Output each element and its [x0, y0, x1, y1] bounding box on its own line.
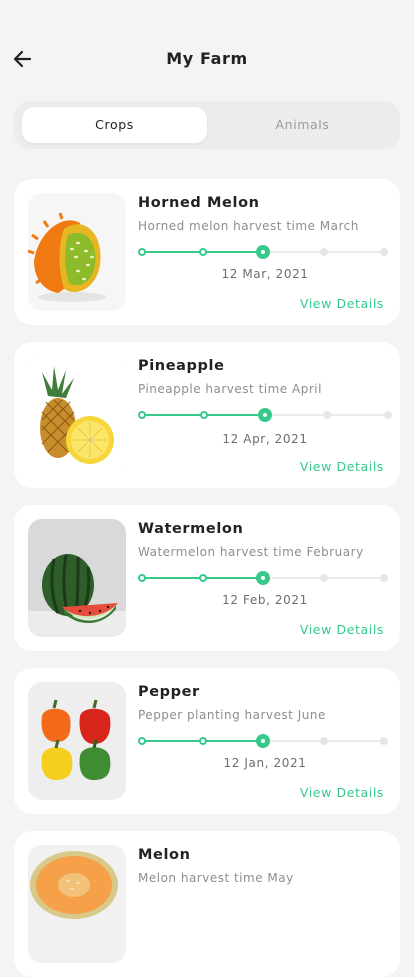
crop-card[interactable]: Watermelon Watermelon harvest time Febru… — [14, 505, 400, 651]
harvest-progress — [138, 245, 388, 259]
progress-step — [138, 411, 146, 419]
crop-image-pepper — [28, 682, 126, 800]
view-details-link[interactable]: View Details — [300, 622, 384, 637]
crop-card[interactable]: Melon Melon harvest time May — [14, 831, 400, 977]
crop-name: Watermelon — [138, 521, 244, 537]
harvest-date: 12 Feb, 2021 — [222, 593, 308, 607]
progress-step — [198, 737, 207, 745]
progress-step — [138, 574, 146, 582]
crop-card[interactable]: Horned Melon Horned melon harvest time M… — [14, 179, 400, 325]
progress-step — [322, 411, 331, 419]
progress-step — [138, 248, 146, 256]
view-details-link[interactable]: View Details — [300, 459, 384, 474]
progress-step — [256, 734, 270, 748]
crop-subtitle: Horned melon harvest time March — [138, 219, 359, 233]
segmented-tabs: Crops Animals — [14, 101, 400, 149]
progress-step — [380, 737, 388, 745]
harvest-progress — [138, 408, 392, 422]
crop-image-horned-melon — [28, 193, 126, 311]
crop-image-pineapple — [28, 356, 126, 474]
harvest-date: 12 Jan, 2021 — [223, 756, 307, 770]
progress-step — [380, 248, 388, 256]
view-details-link[interactable]: View Details — [300, 785, 384, 800]
view-details-link[interactable]: View Details — [300, 296, 384, 311]
progress-step — [319, 574, 328, 582]
crop-subtitle: Pineapple harvest time April — [138, 382, 322, 396]
progress-step — [256, 571, 270, 585]
harvest-progress — [138, 734, 388, 748]
harvest-progress — [138, 571, 388, 585]
crop-image-melon — [28, 845, 126, 963]
progress-step — [138, 737, 146, 745]
progress-step — [384, 411, 392, 419]
progress-step — [198, 574, 207, 582]
crop-image-watermelon — [28, 519, 126, 637]
progress-step — [319, 248, 328, 256]
progress-step — [198, 248, 207, 256]
crop-subtitle: Melon harvest time May — [138, 871, 294, 885]
crop-card[interactable]: Pepper Pepper planting harvest June 12 J… — [14, 668, 400, 814]
crop-name: Horned Melon — [138, 195, 260, 211]
progress-step — [380, 574, 388, 582]
app-header: My Farm — [0, 0, 414, 100]
tab-animals[interactable]: Animals — [210, 107, 395, 143]
crop-subtitle: Pepper planting harvest June — [138, 708, 326, 722]
crop-name: Pepper — [138, 684, 200, 700]
crop-card[interactable]: Pineapple Pineapple harvest time April 1… — [14, 342, 400, 488]
progress-step — [256, 245, 270, 259]
progress-step — [199, 411, 208, 419]
page-title: My Farm — [166, 49, 248, 68]
harvest-date: 12 Apr, 2021 — [222, 432, 308, 446]
crop-name: Pineapple — [138, 358, 225, 374]
tab-crops[interactable]: Crops — [22, 107, 207, 143]
progress-step — [319, 737, 328, 745]
crop-subtitle: Watermelon harvest time February — [138, 545, 364, 559]
progress-step — [258, 408, 272, 422]
crop-name: Melon — [138, 847, 191, 863]
harvest-date: 12 Mar, 2021 — [221, 267, 309, 281]
